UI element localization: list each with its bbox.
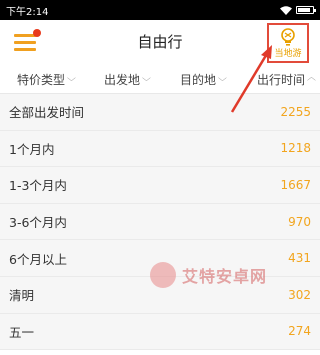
filter-destination[interactable]: 目的地 ⌵ [180,64,227,94]
watermark-logo-icon [150,262,176,288]
travel-time-list: 全部出发时间 2255 1个月内 1218 1-3个月内 1667 3-6个月内… [0,94,320,351]
list-item[interactable]: 1个月内 1218 [0,130,320,168]
list-item-count: 2255 [280,104,311,119]
filter-label: 目的地 [180,72,217,87]
filter-departure[interactable]: 出发地 ⌵ [104,64,151,94]
list-item-label: 3-6个月内 [9,215,67,231]
list-item[interactable]: 全部出发时间 2255 [0,94,320,131]
list-item-count: 431 [288,251,311,266]
filter-label: 出发地 [104,72,141,87]
list-item-count: 1218 [280,141,311,156]
list-item-label: 清明 [9,288,35,304]
filter-bar: 特价类型 ⌵ 出发地 ⌵ 目的地 ⌵ 出行时间 ⌵ [0,64,320,94]
list-item-label: 1-3个月内 [9,178,67,194]
chevron-down-icon: ⌵ [66,74,76,84]
list-item-label: 6个月以上 [9,251,67,267]
filter-label: 特价类型 [17,72,66,87]
status-time: 下午2:14 [6,6,49,18]
list-item[interactable]: 1-3个月内 1667 [0,167,320,204]
lightbulb-icon [281,28,295,46]
app-header: 自由行 当地游 [0,20,320,64]
filter-travel-time[interactable]: 出行时间 ⌵ [257,64,316,94]
status-bar: 下午2:14 [0,0,320,20]
list-item-label: 1个月内 [9,141,55,157]
battery-icon [296,6,316,14]
filter-label: 出行时间 [257,72,306,87]
list-item[interactable]: 3-6个月内 970 [0,203,320,241]
status-icons [280,5,316,15]
watermark: 艾特安卓网 [150,262,267,288]
local-tour-button[interactable]: 当地游 [267,23,309,63]
wifi-icon [280,5,292,15]
chevron-down-icon: ⌵ [217,74,227,84]
local-tour-label: 当地游 [274,49,302,59]
list-item-count: 1667 [280,177,311,192]
chevron-down-icon: ⌵ [141,74,151,84]
filter-special-type[interactable]: 特价类型 ⌵ [17,64,76,94]
list-item-label: 五一 [9,324,35,340]
list-item[interactable]: 五一 274 [0,313,320,351]
list-item-count: 274 [288,324,311,339]
list-item-label: 全部出发时间 [9,105,85,121]
chevron-up-icon: ⌵ [306,74,316,84]
list-item-count: 302 [288,287,311,302]
list-item-count: 970 [288,214,311,229]
watermark-text: 艾特安卓网 [182,267,268,286]
